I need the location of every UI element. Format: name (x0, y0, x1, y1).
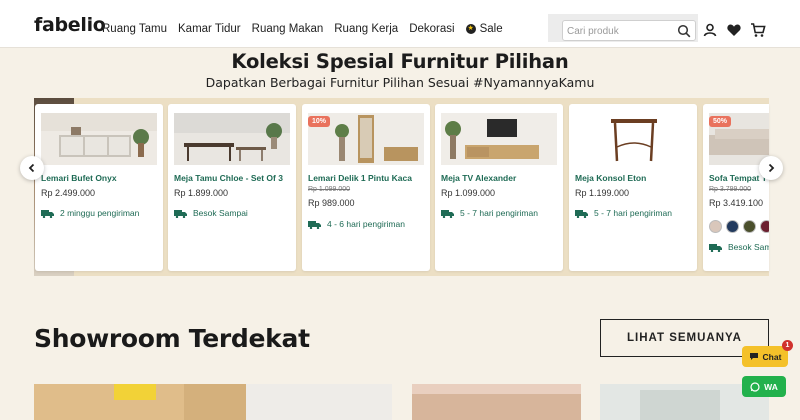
whatsapp-label: WA (764, 381, 778, 392)
chevron-left-icon (28, 163, 35, 173)
truck-icon (441, 209, 454, 218)
color-swatch[interactable] (743, 220, 756, 233)
product-name: Sofa Tempat T (709, 173, 767, 183)
shipping-info: Besok Sampai (174, 208, 248, 218)
cart-icon[interactable] (750, 22, 766, 38)
nav-sale[interactable]: ★ Sale (465, 23, 503, 35)
product-card[interactable]: 10% Lemari Delik 1 Pintu Kaca Rp 1.099.0… (302, 104, 430, 271)
color-swatch[interactable] (760, 220, 769, 233)
truck-icon (709, 243, 722, 252)
whatsapp-icon (750, 381, 760, 392)
product-image (174, 113, 290, 165)
top-header: fabelio Ruang Tamu Kamar Tidur Ruang Mak… (0, 0, 800, 48)
color-swatch[interactable] (709, 220, 722, 233)
sale-icon: ★ (465, 24, 476, 34)
product-name: Lemari Delik 1 Pintu Kaca (308, 173, 412, 183)
chat-label: Chat (762, 351, 782, 362)
nav-ruang-kerja[interactable]: Ruang Kerja (334, 23, 398, 35)
chat-unread-badge: 1 (782, 340, 793, 351)
product-image (41, 113, 157, 165)
shipping-text: Besok Sam (728, 242, 769, 252)
product-card[interactable]: 50% Sofa Tempat T Rp 3.799.000 Rp 3.419.… (703, 104, 769, 271)
nav-kamar-tidur[interactable]: Kamar Tidur (178, 23, 241, 35)
product-price: Rp 2.499.000 (41, 188, 96, 198)
product-image (441, 113, 557, 165)
chat-bubble-icon (749, 353, 758, 360)
color-swatches (709, 220, 769, 233)
search-icon[interactable] (677, 24, 691, 38)
chevron-right-icon (768, 163, 775, 173)
heart-icon[interactable] (726, 22, 742, 38)
showroom-photo[interactable] (246, 384, 392, 420)
whatsapp-button[interactable]: WA (742, 376, 786, 397)
product-old-price: Rp 1.099.000 (308, 186, 351, 193)
discount-badge: 50% (709, 116, 732, 127)
showroom-title: Showroom Terdekat (34, 324, 310, 353)
shipping-text: 5 - 7 hari pengiriman (460, 208, 538, 218)
main-nav: Ruang Tamu Kamar Tidur Ruang Makan Ruang… (102, 23, 514, 35)
nav-dekorasi[interactable]: Dekorasi (409, 23, 454, 35)
product-price: Rp 1.199.000 (575, 188, 630, 198)
product-price: Rp 989.000 (308, 198, 355, 208)
product-price: Rp 1.899.000 (174, 188, 229, 198)
product-card[interactable]: Meja Tamu Chloe - Set Of 3 Rp 1.899.000 … (168, 104, 296, 271)
shipping-info: 2 minggu pengiriman (41, 208, 139, 218)
search-box (562, 20, 696, 41)
product-card[interactable]: Meja TV Alexander Rp 1.099.000 5 - 7 har… (435, 104, 563, 271)
hero-title: Koleksi Spesial Furnitur Pilihan (231, 50, 569, 73)
user-icon[interactable] (702, 22, 718, 38)
nav-ruang-tamu[interactable]: Ruang Tamu (102, 23, 167, 35)
product-card[interactable]: Lemari Bufet Onyx Rp 2.499.000 2 minggu … (35, 104, 163, 271)
product-name: Meja Tamu Chloe - Set Of 3 (174, 173, 283, 183)
carousel-prev-button[interactable] (20, 156, 44, 180)
product-image (575, 113, 691, 165)
shipping-info: 4 - 6 hari pengiriman (308, 219, 405, 229)
truck-icon (41, 209, 54, 218)
shipping-text: 5 - 7 hari pengiriman (594, 208, 672, 218)
shipping-text: 2 minggu pengiriman (60, 208, 140, 218)
search-input[interactable] (567, 23, 675, 39)
showroom-photo[interactable] (412, 384, 581, 420)
fabelio-logo[interactable]: fabelio (34, 14, 106, 36)
truck-icon (174, 209, 187, 218)
product-name: Meja Konsol Eton (575, 173, 647, 183)
product-name: Meja TV Alexander (441, 173, 517, 183)
shipping-info: 5 - 7 hari pengiriman (575, 208, 672, 218)
chat-button[interactable]: Chat (742, 346, 788, 367)
discount-badge: 10% (308, 116, 331, 127)
product-old-price: Rp 3.799.000 (709, 186, 752, 193)
product-name: Lemari Bufet Onyx (41, 173, 117, 183)
shipping-info: 5 - 7 hari pengiriman (441, 208, 538, 218)
nav-ruang-makan[interactable]: Ruang Makan (252, 23, 324, 35)
shipping-text: 4 - 6 hari pengiriman (327, 219, 405, 229)
product-price: Rp 3.419.100 (709, 198, 764, 208)
shipping-text: Besok Sampai (193, 208, 248, 218)
shipping-info: Besok Sam (709, 242, 769, 252)
nav-sale-label: Sale (479, 23, 503, 35)
truck-icon (575, 209, 588, 218)
product-card[interactable]: Meja Konsol Eton Rp 1.199.000 5 - 7 hari… (569, 104, 697, 271)
carousel-next-button[interactable] (759, 156, 783, 180)
color-swatch[interactable] (726, 220, 739, 233)
product-price: Rp 1.099.000 (441, 188, 496, 198)
truck-icon (308, 220, 321, 229)
hero-subtitle: Dapatkan Berbagai Furnitur Pilihan Sesua… (205, 75, 595, 90)
showroom-photo[interactable] (34, 384, 246, 420)
